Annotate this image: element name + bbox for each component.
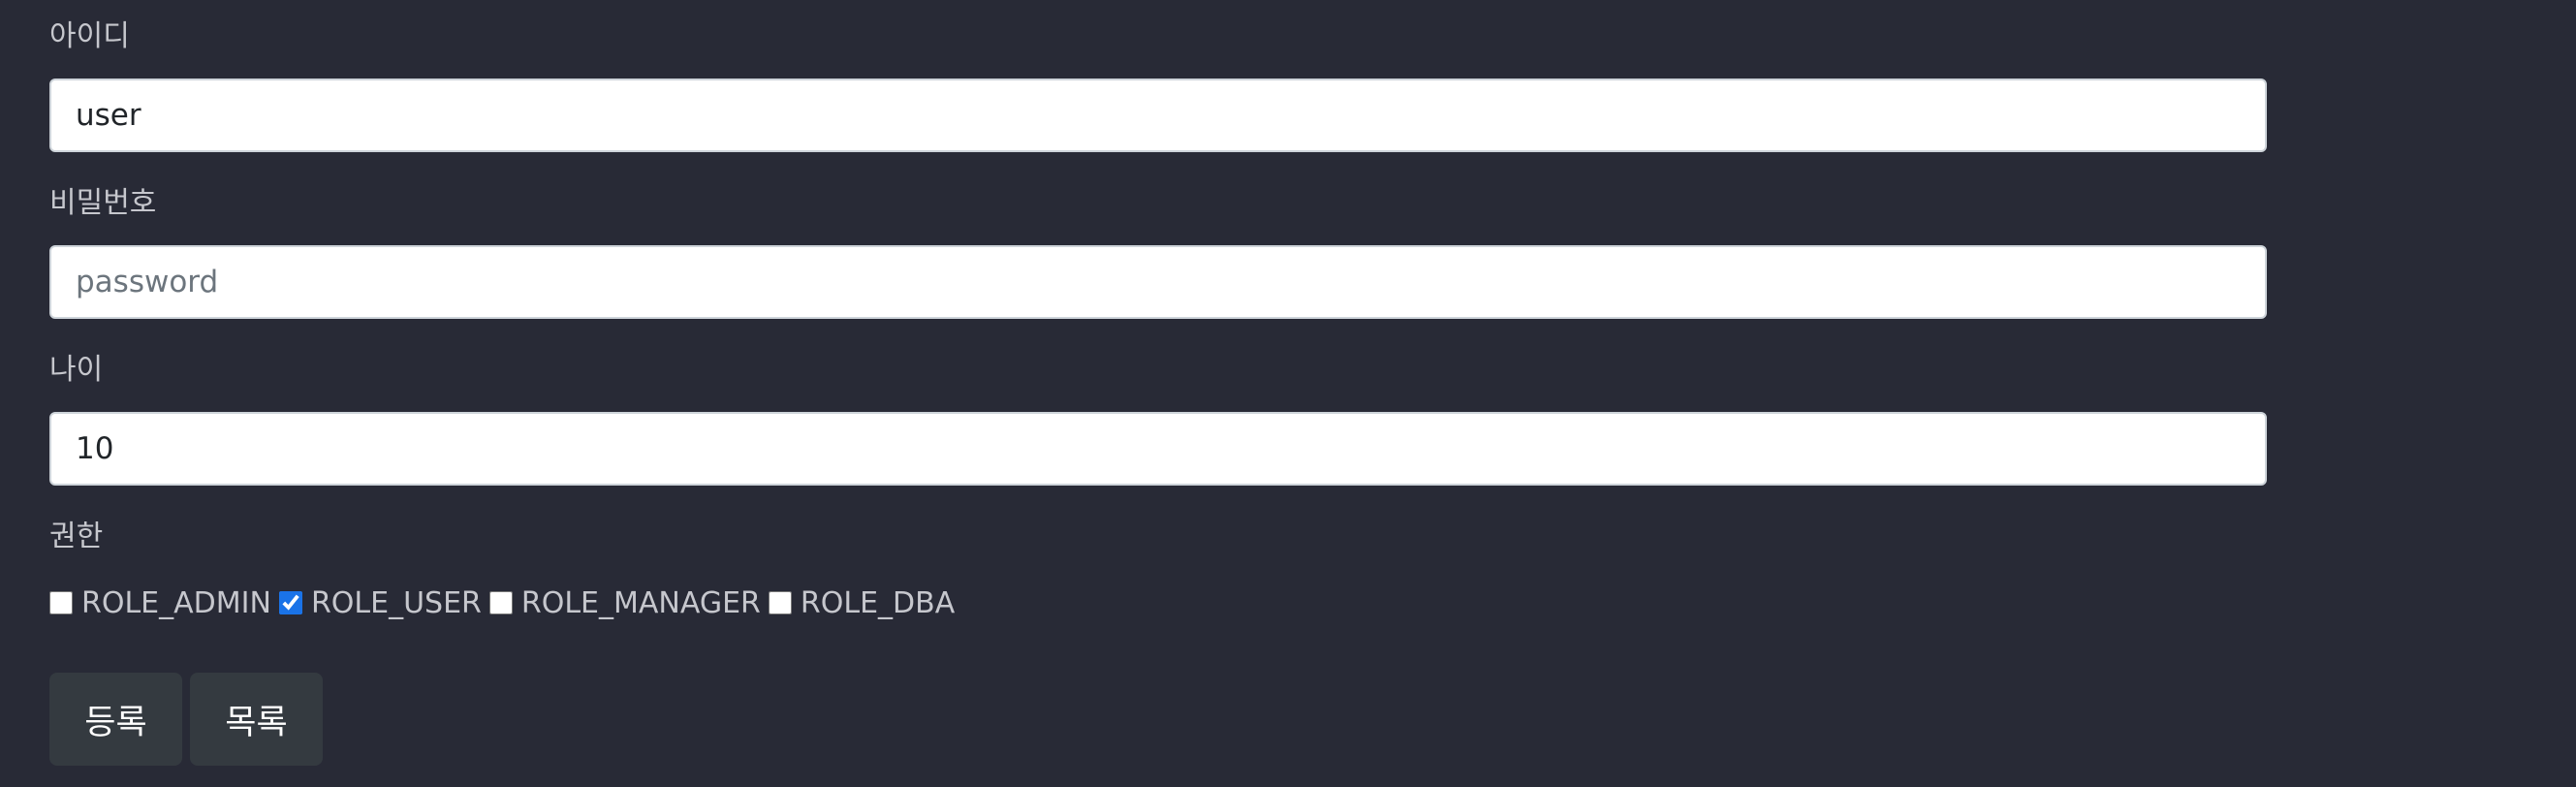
username-input[interactable] — [49, 79, 2267, 152]
role-option-user[interactable]: ROLE_USER — [278, 585, 482, 620]
role-user-checkbox[interactable] — [278, 591, 302, 614]
role-option-dba[interactable]: ROLE_DBA — [768, 585, 956, 620]
role-admin-label: ROLE_ADMIN — [81, 585, 271, 620]
role-admin-checkbox[interactable] — [49, 591, 73, 614]
age-label: 나이 — [49, 353, 104, 387]
roles-label: 권한 — [49, 519, 104, 553]
username-label: 아이디 — [49, 19, 130, 53]
role-option-admin[interactable]: ROLE_ADMIN — [49, 586, 271, 620]
role-manager-checkbox[interactable] — [488, 591, 513, 614]
role-option-manager[interactable]: ROLE_MANAGER — [488, 585, 761, 620]
register-button[interactable]: 등록 — [49, 673, 182, 766]
role-user-label: ROLE_USER — [310, 585, 482, 620]
role-manager-label: ROLE_MANAGER — [520, 585, 761, 620]
role-checkbox-group: ROLE_ADMIN ROLE_USER ROLE_MANAGER ROLE_D… — [49, 583, 962, 622]
role-dba-checkbox[interactable] — [768, 591, 792, 614]
password-label: 비밀번호 — [49, 186, 157, 220]
role-dba-label: ROLE_DBA — [800, 585, 956, 620]
list-button[interactable]: 목록 — [190, 673, 323, 766]
age-input[interactable] — [49, 412, 2267, 486]
password-input[interactable] — [49, 245, 2267, 319]
